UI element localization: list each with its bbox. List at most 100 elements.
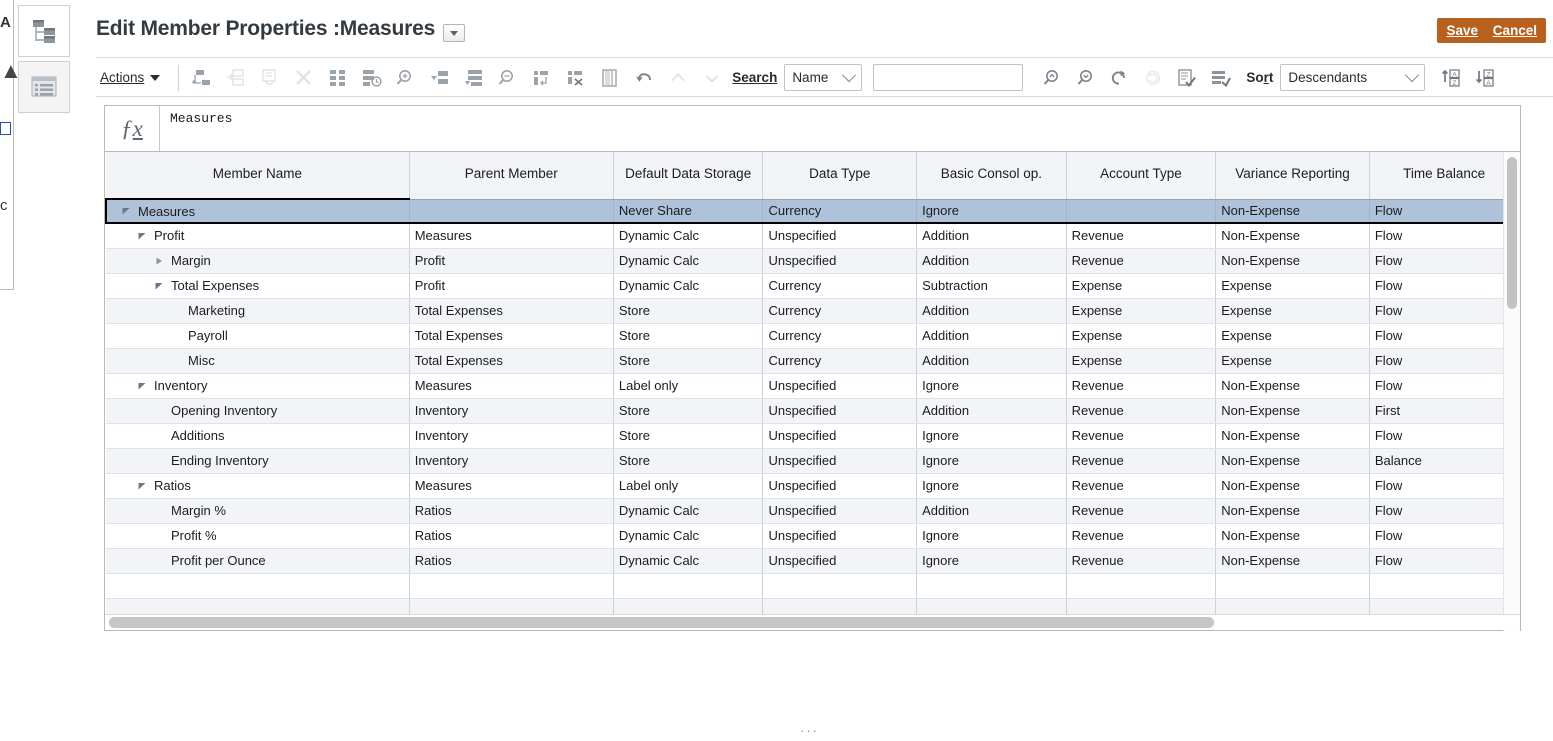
account-type-cell[interactable]: Revenue — [1066, 448, 1217, 474]
basic-consol-op-cell[interactable]: Ignore — [916, 199, 1067, 224]
default-data-storage-cell[interactable]: Store — [613, 423, 764, 449]
insert-row-icon[interactable] — [525, 63, 559, 93]
time-balance-cell[interactable]: Flow — [1369, 223, 1520, 249]
member-name-cell[interactable]: Opening Inventory — [106, 398, 410, 424]
account-type-cell[interactable]: Expense — [1066, 348, 1217, 374]
data-type-cell[interactable]: Unspecified — [762, 523, 918, 549]
table-row[interactable]: Misc Total Expenses Store Currency Addition E… — [106, 348, 1520, 374]
actions-menu-button[interactable]: Actions — [96, 63, 172, 93]
data-type-cell[interactable]: Unspecified — [762, 548, 918, 574]
column-header[interactable]: Account Type — [1066, 152, 1217, 200]
basic-consol-op-cell[interactable]: Addition — [916, 348, 1067, 374]
table-row[interactable]: Payroll Total Expenses Store Currency Additi… — [106, 323, 1520, 349]
account-type-cell[interactable] — [1066, 573, 1217, 599]
parent-member-cell[interactable]: Measures — [409, 223, 614, 249]
basic-consol-op-cell[interactable]: Ignore — [916, 548, 1067, 574]
default-data-storage-cell[interactable]: Store — [613, 348, 764, 374]
horizontal-scrollbar-thumb[interactable] — [109, 617, 1214, 628]
variance-reporting-cell[interactable]: Non-Expense — [1215, 223, 1370, 249]
basic-consol-op-cell[interactable]: Ignore — [916, 448, 1067, 474]
delete-member-icon[interactable] — [287, 63, 321, 93]
add-child-icon[interactable] — [219, 63, 253, 93]
reload-icon[interactable] — [1136, 63, 1170, 93]
account-type-cell[interactable]: Revenue — [1066, 473, 1217, 499]
expand-collapse-icon-expanded[interactable] — [151, 281, 167, 291]
account-type-cell[interactable]: Revenue — [1066, 248, 1217, 274]
account-type-cell[interactable]: Expense — [1066, 273, 1217, 299]
data-type-cell[interactable]: Currency — [762, 199, 918, 224]
basic-consol-op-cell[interactable]: Ignore — [916, 423, 1067, 449]
data-type-cell[interactable]: Currency — [762, 323, 918, 349]
variance-reporting-cell[interactable]: Non-Expense — [1215, 473, 1370, 499]
column-header[interactable]: Parent Member — [409, 152, 614, 200]
basic-consol-op-cell[interactable] — [916, 573, 1067, 599]
default-data-storage-cell[interactable] — [613, 573, 764, 599]
expand-collapse-icon-collapsed[interactable] — [151, 256, 167, 266]
parent-member-cell[interactable]: Measures — [409, 473, 614, 499]
default-data-storage-cell[interactable]: Label only — [613, 373, 764, 399]
basic-consol-op-cell[interactable]: Subtraction — [916, 273, 1067, 299]
time-balance-cell[interactable] — [1369, 573, 1520, 599]
parent-member-cell[interactable]: Profit — [409, 248, 614, 274]
default-data-storage-cell[interactable]: Dynamic Calc — [613, 548, 764, 574]
horizontal-scrollbar[interactable] — [105, 614, 1520, 630]
account-type-cell[interactable]: Revenue — [1066, 223, 1217, 249]
formula-icon-cell[interactable]: ƒx — [105, 106, 160, 151]
vertical-scrollbar[interactable] — [1503, 152, 1520, 631]
time-balance-cell[interactable]: Flow — [1369, 523, 1520, 549]
member-history-icon[interactable] — [355, 63, 389, 93]
sidebar-item-member-list[interactable] — [18, 61, 70, 113]
time-balance-cell[interactable]: Flow — [1369, 248, 1520, 274]
promote-member-icon[interactable] — [423, 63, 457, 93]
basic-consol-op-cell[interactable]: Ignore — [916, 473, 1067, 499]
member-name-cell[interactable]: Ending Inventory — [106, 448, 410, 474]
move-up-icon[interactable] — [661, 63, 695, 93]
refresh-icon[interactable] — [1102, 63, 1136, 93]
basic-consol-op-cell[interactable]: Addition — [916, 323, 1067, 349]
column-header[interactable]: Data Type — [762, 152, 918, 200]
table-row[interactable]: Marketing Total Expenses Store Currency Addi… — [106, 298, 1520, 324]
account-type-cell[interactable]: Expense — [1066, 323, 1217, 349]
search-next-icon[interactable] — [1068, 63, 1102, 93]
parent-member-cell[interactable]: Inventory — [409, 423, 614, 449]
table-row[interactable]: Opening Inventory Inventory Store Unspecifi… — [106, 398, 1520, 424]
parent-member-cell[interactable]: Profit — [409, 273, 614, 299]
default-data-storage-cell[interactable]: Dynamic Calc — [613, 523, 764, 549]
parent-member-cell[interactable]: Inventory — [409, 448, 614, 474]
time-balance-cell[interactable]: Flow — [1369, 498, 1520, 524]
time-balance-cell[interactable]: Flow — [1369, 348, 1520, 374]
table-row[interactable]: Profit per Ounce Ratios Dynamic Calc Unspec… — [106, 548, 1520, 574]
table-row[interactable]: Ending Inventory Inventory Store Unspecifie… — [106, 448, 1520, 474]
table-row[interactable]: Margin Profit Dynamic Calc Unspecified Addit… — [106, 248, 1520, 274]
demote-member-icon[interactable] — [457, 63, 491, 93]
default-data-storage-cell[interactable]: Dynamic Calc — [613, 248, 764, 274]
time-balance-cell[interactable]: Balance — [1369, 448, 1520, 474]
variance-reporting-cell[interactable]: Expense — [1215, 298, 1370, 324]
data-type-cell[interactable]: Unspecified — [762, 398, 918, 424]
column-header[interactable]: Default Data Storage — [613, 152, 764, 200]
default-data-storage-cell[interactable]: Label only — [613, 473, 764, 499]
basic-consol-op-cell[interactable]: Ignore — [916, 373, 1067, 399]
default-data-storage-cell[interactable]: Store — [613, 398, 764, 424]
basic-consol-op-cell[interactable]: Ignore — [916, 523, 1067, 549]
time-balance-cell[interactable]: Flow — [1369, 323, 1520, 349]
basic-consol-op-cell[interactable]: Addition — [916, 298, 1067, 324]
data-type-cell[interactable]: Currency — [762, 298, 918, 324]
time-balance-cell[interactable]: Flow — [1369, 548, 1520, 574]
member-name-cell[interactable]: Margin — [106, 248, 410, 274]
member-name-cell[interactable]: Total Expenses — [106, 273, 410, 299]
time-balance-cell[interactable]: Flow — [1369, 298, 1520, 324]
time-balance-cell[interactable]: First — [1369, 398, 1520, 424]
sort-descending-icon[interactable]: ZA — [1469, 63, 1503, 93]
sidebar-item-dimension-hierarchy[interactable] — [18, 5, 70, 57]
search-field-select[interactable]: Name — [784, 64, 863, 91]
variance-reporting-cell[interactable]: Non-Expense — [1215, 498, 1370, 524]
member-name-cell[interactable]: Measures — [105, 198, 410, 224]
account-type-cell[interactable]: Revenue — [1066, 548, 1217, 574]
account-type-cell[interactable] — [1066, 199, 1217, 224]
page-title-dropdown-button[interactable] — [443, 24, 465, 42]
data-type-cell[interactable] — [762, 573, 918, 599]
variance-reporting-cell[interactable]: Non-Expense — [1215, 548, 1370, 574]
member-name-cell[interactable]: Payroll — [106, 323, 410, 349]
add-sibling-icon[interactable] — [185, 63, 219, 93]
